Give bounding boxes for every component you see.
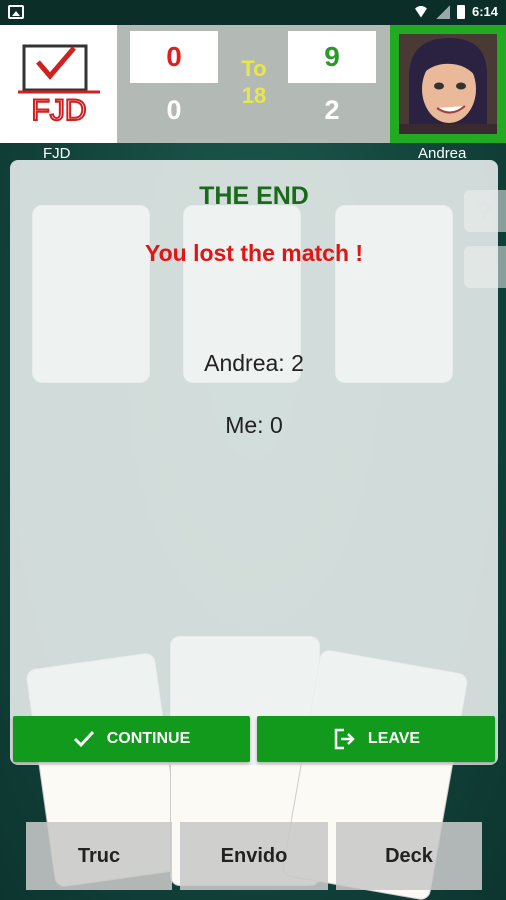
- continue-label: CONTINUE: [106, 730, 191, 747]
- my-score: 0: [130, 31, 218, 83]
- game-over-dialog: THE END You lost the match ! Andrea: 2 M…: [10, 160, 498, 765]
- truc-button[interactable]: Truc: [26, 822, 172, 890]
- my-final-score: Me: 0: [225, 412, 283, 438]
- check-icon: [73, 730, 94, 748]
- fjd-logo-icon: FJD: [18, 44, 100, 128]
- score-header: FJD 0 9 0 2 To 18: [0, 25, 506, 143]
- to-label: To: [241, 56, 267, 81]
- opponent-games-won: 2: [324, 95, 340, 125]
- opponent-final-score: Andrea: 2: [204, 350, 304, 376]
- avatar: [399, 34, 497, 134]
- wifi-icon: [412, 5, 429, 18]
- signal-icon: [435, 4, 450, 19]
- status-bar: 6:14: [0, 0, 506, 25]
- deck-button[interactable]: Deck: [336, 822, 482, 890]
- envido-button[interactable]: Envido: [180, 822, 328, 890]
- leave-button[interactable]: LEAVE: [257, 716, 495, 762]
- continue-button[interactable]: CONTINUE: [13, 716, 250, 762]
- dialog-title: THE END: [199, 182, 309, 210]
- my-games-won: 0: [166, 95, 182, 125]
- opponent-avatar[interactable]: [390, 25, 506, 143]
- exit-icon: [334, 728, 355, 750]
- target-score: To 18: [235, 55, 273, 109]
- image-icon: [8, 5, 24, 19]
- battery-icon: [456, 4, 465, 19]
- logo-text: FJD: [32, 94, 87, 127]
- target-value: 18: [241, 83, 267, 108]
- opponent-score: 9: [288, 31, 376, 83]
- player-logo: FJD: [0, 25, 117, 143]
- score-panel: 0 9 0 2 To 18: [117, 25, 390, 143]
- match-result: You lost the match !: [144, 240, 364, 266]
- leave-label: LEAVE: [367, 730, 421, 747]
- clock: 6:14: [471, 4, 498, 19]
